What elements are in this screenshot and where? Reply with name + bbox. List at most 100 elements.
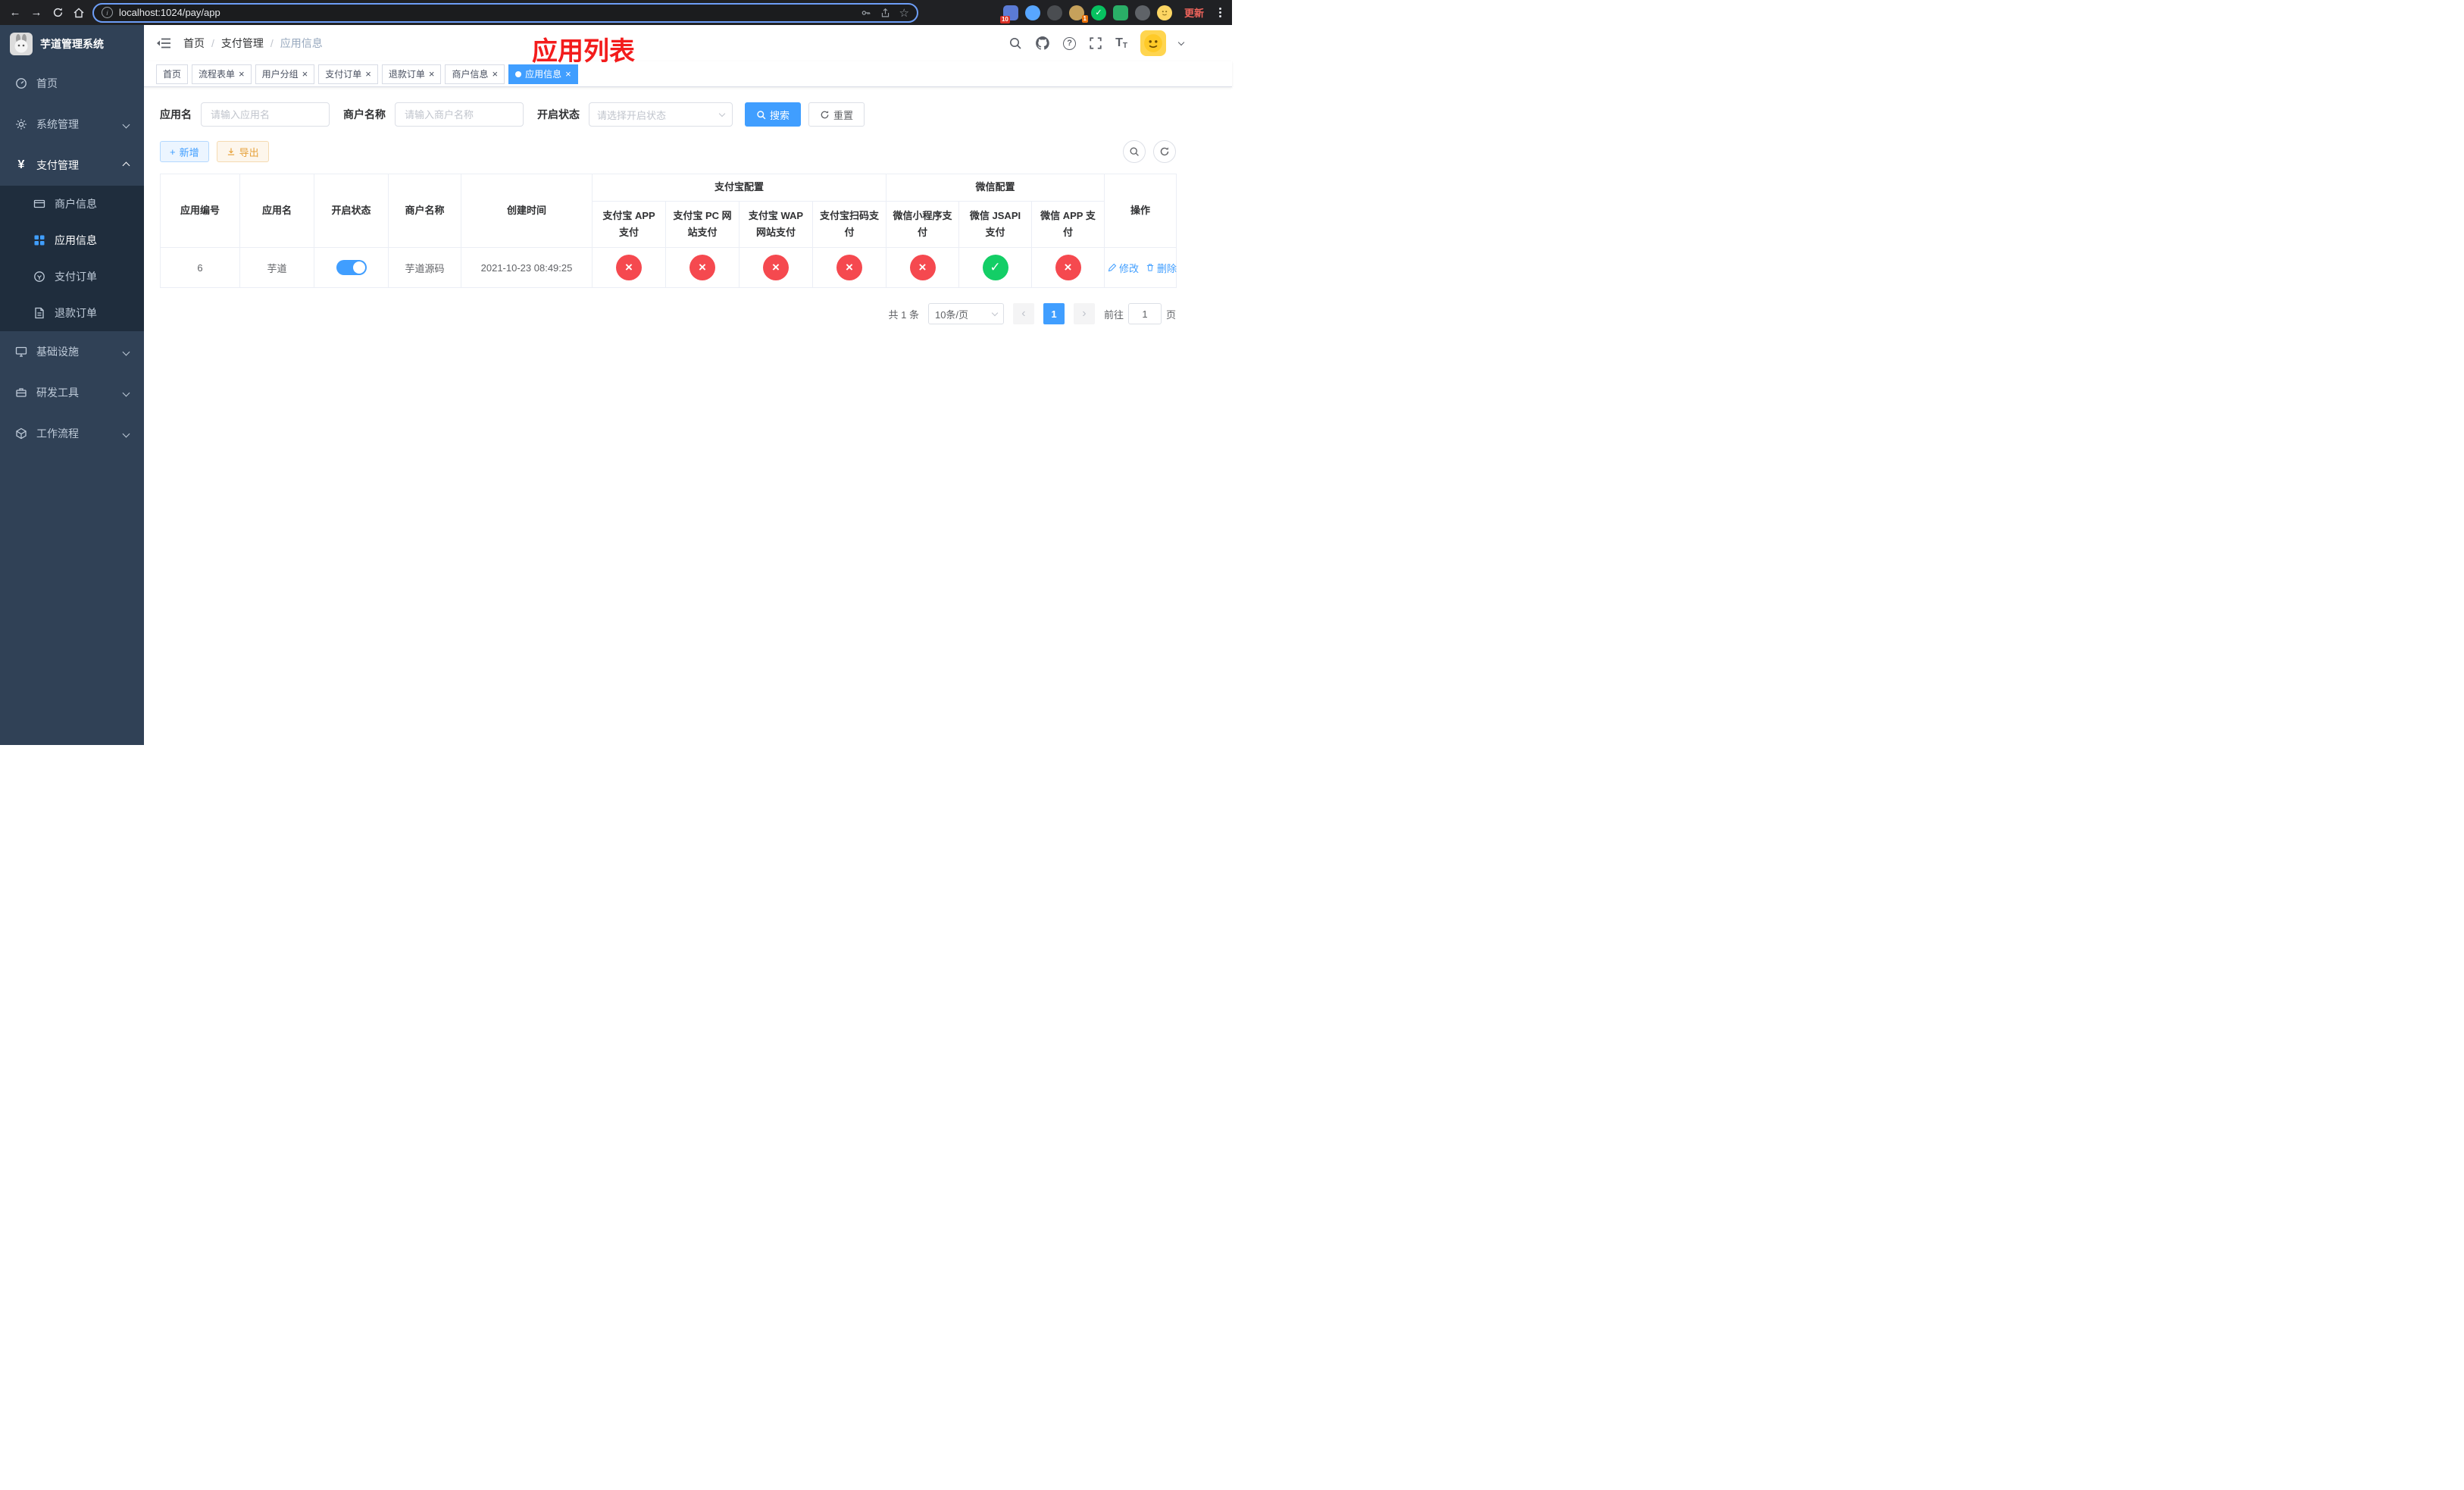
export-button[interactable]: 导出 (216, 141, 269, 162)
fullscreen-icon[interactable] (1089, 36, 1102, 50)
add-button[interactable]: + 新增 (160, 141, 209, 162)
extension-drop-icon[interactable] (1024, 5, 1040, 20)
search-icon[interactable] (1008, 36, 1022, 50)
sidebar-item-workflow[interactable]: 工作流程 (0, 413, 144, 454)
toggle-search-button[interactable] (1123, 140, 1146, 163)
goto-page-input[interactable] (1127, 303, 1162, 325)
goto-suffix: 页 (1165, 308, 1176, 321)
breadcrumb: 首页 / 支付管理 / 应用信息 (183, 36, 323, 51)
reload-icon[interactable] (50, 7, 65, 18)
col-wechat-app: 微信 APP 支付 (1031, 200, 1105, 249)
tab-refund-order[interactable]: 退款订单 × (381, 64, 442, 84)
tab-label: 流程表单 (199, 69, 236, 80)
home-icon[interactable] (71, 7, 86, 19)
breadcrumb-home[interactable]: 首页 (183, 36, 205, 51)
github-icon[interactable] (1035, 36, 1050, 51)
col-group-alipay: 支付宝配置 (591, 174, 887, 202)
close-icon[interactable]: × (239, 69, 245, 79)
app-table: 应用编号 应用名 开启状态 商户名称 创建时间 支付宝配置 微信配置 操作 支付… (160, 173, 1177, 289)
user-avatar[interactable] (1140, 30, 1166, 56)
close-icon[interactable]: × (492, 69, 498, 79)
close-icon[interactable]: × (365, 69, 371, 79)
next-page-button[interactable]: › (1073, 303, 1095, 325)
chevron-down-icon[interactable] (1177, 39, 1185, 45)
cell-create-time: 2021-10-23 08:49:25 (461, 247, 593, 289)
navbar-actions: ? TT (1008, 30, 1220, 56)
back-icon[interactable]: ← (8, 6, 23, 19)
sidebar-item-refund-order[interactable]: 退款订单 (0, 295, 144, 331)
browser-menu-icon[interactable] (1216, 8, 1224, 17)
breadcrumb-payment[interactable]: 支付管理 (221, 36, 264, 51)
app-logo[interactable]: 芋道管理系统 (0, 25, 144, 63)
help-icon[interactable]: ? (1063, 36, 1077, 50)
url-text: localhost:1024/pay/app (119, 7, 220, 18)
filter-bar: 应用名 商户名称 开启状态 请选择开启状态 搜索 重置 (160, 102, 1176, 127)
search-button[interactable]: 搜索 (745, 102, 802, 127)
address-bar[interactable]: i localhost:1024/pay/app ☆ (92, 2, 918, 23)
delete-link[interactable]: 删除 (1146, 261, 1177, 275)
refresh-table-button[interactable] (1153, 140, 1176, 163)
table-row: 6 芋道 芋道源码 2021-10-23 08:49:25 × × × × × … (160, 247, 1177, 289)
status-select-placeholder: 请选择开启状态 (597, 109, 667, 121)
filter-appname-label: 应用名 (160, 108, 192, 121)
extension-check-icon[interactable]: ✓ (1090, 5, 1106, 20)
page-1-button[interactable]: 1 (1043, 303, 1065, 325)
tab-merchant-info[interactable]: 商户信息 × (445, 64, 505, 84)
sidebar-item-label: 研发工具 (36, 387, 79, 399)
extension-tool-icon[interactable] (1134, 5, 1150, 20)
reset-button[interactable]: 重置 (808, 102, 865, 127)
tab-home[interactable]: 首页 (156, 64, 189, 84)
edit-link[interactable]: 修改 (1108, 261, 1139, 275)
share-icon[interactable] (880, 8, 890, 18)
chevron-down-icon (122, 430, 130, 437)
export-button-label: 导出 (239, 146, 259, 158)
extension-dark-icon[interactable] (1046, 5, 1062, 20)
close-icon[interactable]: × (302, 69, 308, 79)
forward-icon[interactable]: → (29, 6, 44, 19)
sidebar-item-label: 首页 (36, 77, 58, 89)
prev-page-button[interactable]: ‹ (1012, 303, 1034, 325)
bookmark-star-icon[interactable]: ☆ (899, 6, 909, 20)
tab-user-group[interactable]: 用户分组 × (255, 64, 315, 84)
extension-avatar-icon[interactable]: 1 (1068, 5, 1088, 23)
status-select[interactable]: 请选择开启状态 (589, 102, 733, 127)
tab-pay-order[interactable]: 支付订单 × (318, 64, 378, 84)
tab-process-form[interactable]: 流程表单 × (192, 64, 252, 84)
app-name-input[interactable] (201, 102, 330, 127)
cell-actions: 修改 删除 (1104, 247, 1177, 289)
sidebar-item-app-info[interactable]: 应用信息 (0, 222, 144, 258)
tab-label: 支付订单 (325, 69, 362, 80)
sidebar-item-label: 支付管理 (36, 159, 79, 171)
sidebar-item-system[interactable]: 系统管理 (0, 104, 144, 145)
browser-update-button[interactable]: 更新 (1184, 5, 1204, 20)
sidebar-item-merchant-info[interactable]: 商户信息 (0, 186, 144, 222)
pagination-total: 共 1 条 (888, 308, 919, 321)
cell-wechat-mini: × (886, 247, 960, 289)
sidebar-item-infra[interactable]: 基础设施 (0, 331, 144, 372)
site-info-icon[interactable]: i (102, 7, 113, 18)
sidebar-item-pay-order[interactable]: 支付订单 (0, 258, 144, 295)
tab-app-info[interactable]: 应用信息 × (508, 64, 578, 84)
col-group-wechat: 微信配置 (886, 174, 1105, 202)
table-toolbar: + 新增 导出 (160, 140, 1176, 163)
close-icon[interactable]: × (429, 69, 435, 79)
close-icon[interactable]: × (565, 69, 571, 79)
sidebar-item-home[interactable]: 首页 (0, 63, 144, 104)
extension-emoji-icon[interactable] (1156, 5, 1172, 20)
status-toggle[interactable] (336, 260, 367, 276)
sidebar-item-label: 基础设施 (36, 346, 79, 358)
page-content: 应用名 商户名称 开启状态 请选择开启状态 搜索 重置 (144, 87, 1232, 745)
page-size-select[interactable]: 10条/页 (927, 303, 1004, 325)
logo-avatar (10, 33, 33, 55)
sidebar-toggle-icon[interactable] (156, 37, 171, 49)
extension-chat-icon[interactable] (1112, 5, 1128, 20)
merchant-name-input[interactable] (395, 102, 524, 127)
chevron-down-icon (991, 309, 999, 316)
breadcrumb-separator: / (270, 37, 274, 49)
password-key-icon[interactable] (861, 8, 871, 18)
sidebar-item-devtools[interactable]: 研发工具 (0, 372, 144, 413)
extension-pin-icon[interactable]: 10 (999, 5, 1018, 23)
cell-alipay-wap: × (739, 247, 813, 289)
font-size-icon[interactable]: TT (1115, 36, 1127, 50)
sidebar-item-payment[interactable]: ¥ 支付管理 (0, 145, 144, 186)
